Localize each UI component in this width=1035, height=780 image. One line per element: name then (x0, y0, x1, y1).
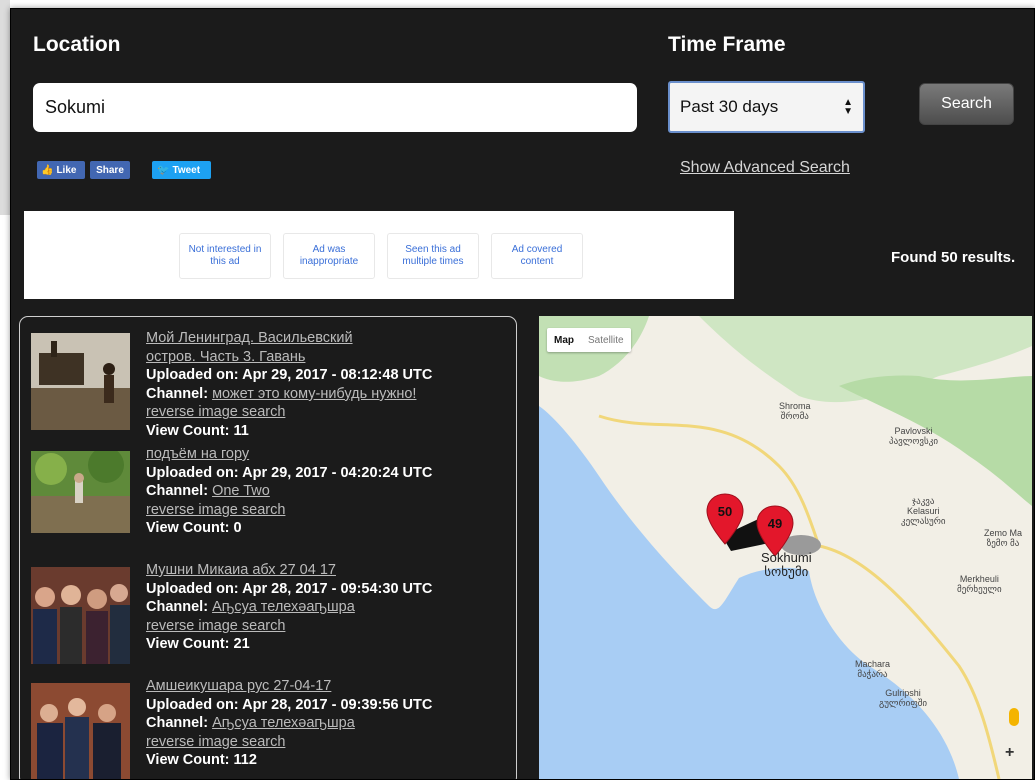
search-button[interactable]: Search (919, 83, 1014, 125)
share-label: Share (96, 164, 124, 176)
result-item: подъём на гору Uploaded on: Apr 29, 2017… (20, 435, 516, 547)
marker-count: 50 (718, 504, 732, 519)
result-details: подъём на гору Uploaded on: Apr 29, 2017… (146, 445, 508, 538)
map-terrain: 50 49 (539, 316, 1032, 779)
reverse-image-search-link[interactable]: reverse image search (146, 501, 508, 520)
upload-date: Apr 28, 2017 - 09:39:56 UTC (242, 696, 433, 713)
place-sokhumi: Sokhumi სოხუმი (761, 550, 812, 579)
place-merkheuli: Merkheuli მერხეული (957, 574, 1002, 594)
place-shroma: Shroma შრომა (779, 401, 811, 421)
reverse-image-search-link[interactable]: reverse image search (146, 403, 508, 422)
view-count: 112 (233, 752, 257, 769)
result-details: Мушни Микаиа абх 27 04 17 Uploaded on: A… (146, 561, 508, 654)
tweet-label: Tweet (172, 164, 201, 176)
window-edge (0, 0, 10, 215)
marker-count: 49 (768, 516, 782, 531)
result-item: Амшеикушара рус 27-04-17 Uploaded on: Ap… (20, 667, 516, 779)
timeframe-selected-value: Past 30 days (680, 97, 779, 116)
place-kelasuri: ჯაკვა Kelasuri კელასური (901, 496, 946, 526)
video-thumbnail[interactable] (31, 683, 130, 779)
show-advanced-search-link[interactable]: Show Advanced Search (680, 159, 850, 177)
result-title-link[interactable]: Амшеикушара рус 27-04-17 (146, 677, 508, 696)
location-input[interactable] (33, 83, 637, 132)
like-label: Like (56, 164, 77, 176)
video-thumbnail[interactable] (31, 451, 130, 533)
view-count: 21 (233, 636, 250, 653)
place-zemo: Zemo Ma ზემო მა (984, 528, 1023, 548)
timeframe-select[interactable]: Past 30 days ▲ ▼ (668, 81, 865, 133)
facebook-share-button[interactable]: Share (90, 161, 130, 179)
video-thumbnail[interactable] (31, 333, 130, 430)
twitter-bird-icon: 🐦 (157, 164, 170, 176)
ad-option-seen-multiple[interactable]: Seen this ad multiple times (387, 233, 479, 279)
ad-option-covered-content[interactable]: Ad covered content (491, 233, 583, 279)
upload-date: Apr 29, 2017 - 08:12:48 UTC (242, 367, 433, 384)
channel-link[interactable]: One Two (212, 483, 270, 499)
result-item: Мой Ленинград. Васильевский остров. Част… (20, 317, 516, 439)
view-count: 0 (233, 520, 242, 537)
ad-option-inappropriate[interactable]: Ad was inappropriate (283, 233, 375, 279)
tab-map[interactable]: Map (547, 335, 581, 346)
result-item: Мушни Микаиа абх 27 04 17 Uploaded on: A… (20, 551, 516, 664)
upload-date: Apr 29, 2017 - 04:20:24 UTC (242, 464, 433, 481)
result-title-link[interactable]: Мушни Микаиа абх 27 04 17 (146, 561, 508, 580)
upload-date: Apr 28, 2017 - 09:54:30 UTC (242, 580, 433, 597)
results-count: Found 50 results. (891, 249, 1016, 266)
results-list[interactable]: Мой Ленинград. Васильевский остров. Част… (19, 316, 517, 779)
tab-satellite[interactable]: Satellite (581, 335, 631, 346)
channel-link[interactable]: Аҧсуа телехәаҧшра (212, 715, 355, 731)
reverse-image-search-link[interactable]: reverse image search (146, 617, 508, 636)
channel-link[interactable]: Аҧсуа телехәаҧшра (212, 599, 355, 615)
ad-option-not-interested[interactable]: Not interested in this ad (179, 233, 271, 279)
place-machara: Machara მაჭარა (855, 659, 891, 679)
result-title-link[interactable]: подъём на гору (146, 445, 508, 464)
channel-link[interactable]: может это кому-нибудь нужно! (212, 386, 416, 402)
select-arrows-icon: ▲ ▼ (843, 97, 853, 117)
tweet-button[interactable]: 🐦 Tweet (152, 161, 211, 179)
place-pavlovski: Pavlovski პავლოვსკი (889, 426, 938, 446)
result-title-link[interactable]: Мой Ленинград. Васильевский остров. Част… (146, 329, 508, 366)
app-window: Location Time Frame Past 30 days ▲▼ Sear… (10, 8, 1035, 780)
result-details: Мой Ленинград. Васильевский остров. Част… (146, 329, 508, 441)
result-details: Амшеикушара рус 27-04-17 Uploaded on: Ap… (146, 677, 508, 770)
zoom-in-button[interactable]: + (1005, 744, 1014, 762)
thumbs-up-icon: 👍 (41, 164, 54, 176)
timeframe-label: Time Frame (668, 33, 786, 56)
reverse-image-search-link[interactable]: reverse image search (146, 733, 508, 752)
location-label: Location (33, 33, 121, 56)
video-thumbnail[interactable] (31, 567, 130, 664)
facebook-like-button[interactable]: 👍 Like (37, 161, 85, 179)
ad-feedback-panel: Not interested in this ad Ad was inappro… (24, 211, 734, 299)
results-map[interactable]: 50 49 Map Satellite Shroma შრომა Pavlovsk… (539, 316, 1032, 779)
place-gulripshi: Gulripshi გულრიფში (879, 688, 928, 708)
street-view-pegman-icon[interactable] (1009, 708, 1019, 726)
map-type-tabs: Map Satellite (547, 328, 631, 352)
